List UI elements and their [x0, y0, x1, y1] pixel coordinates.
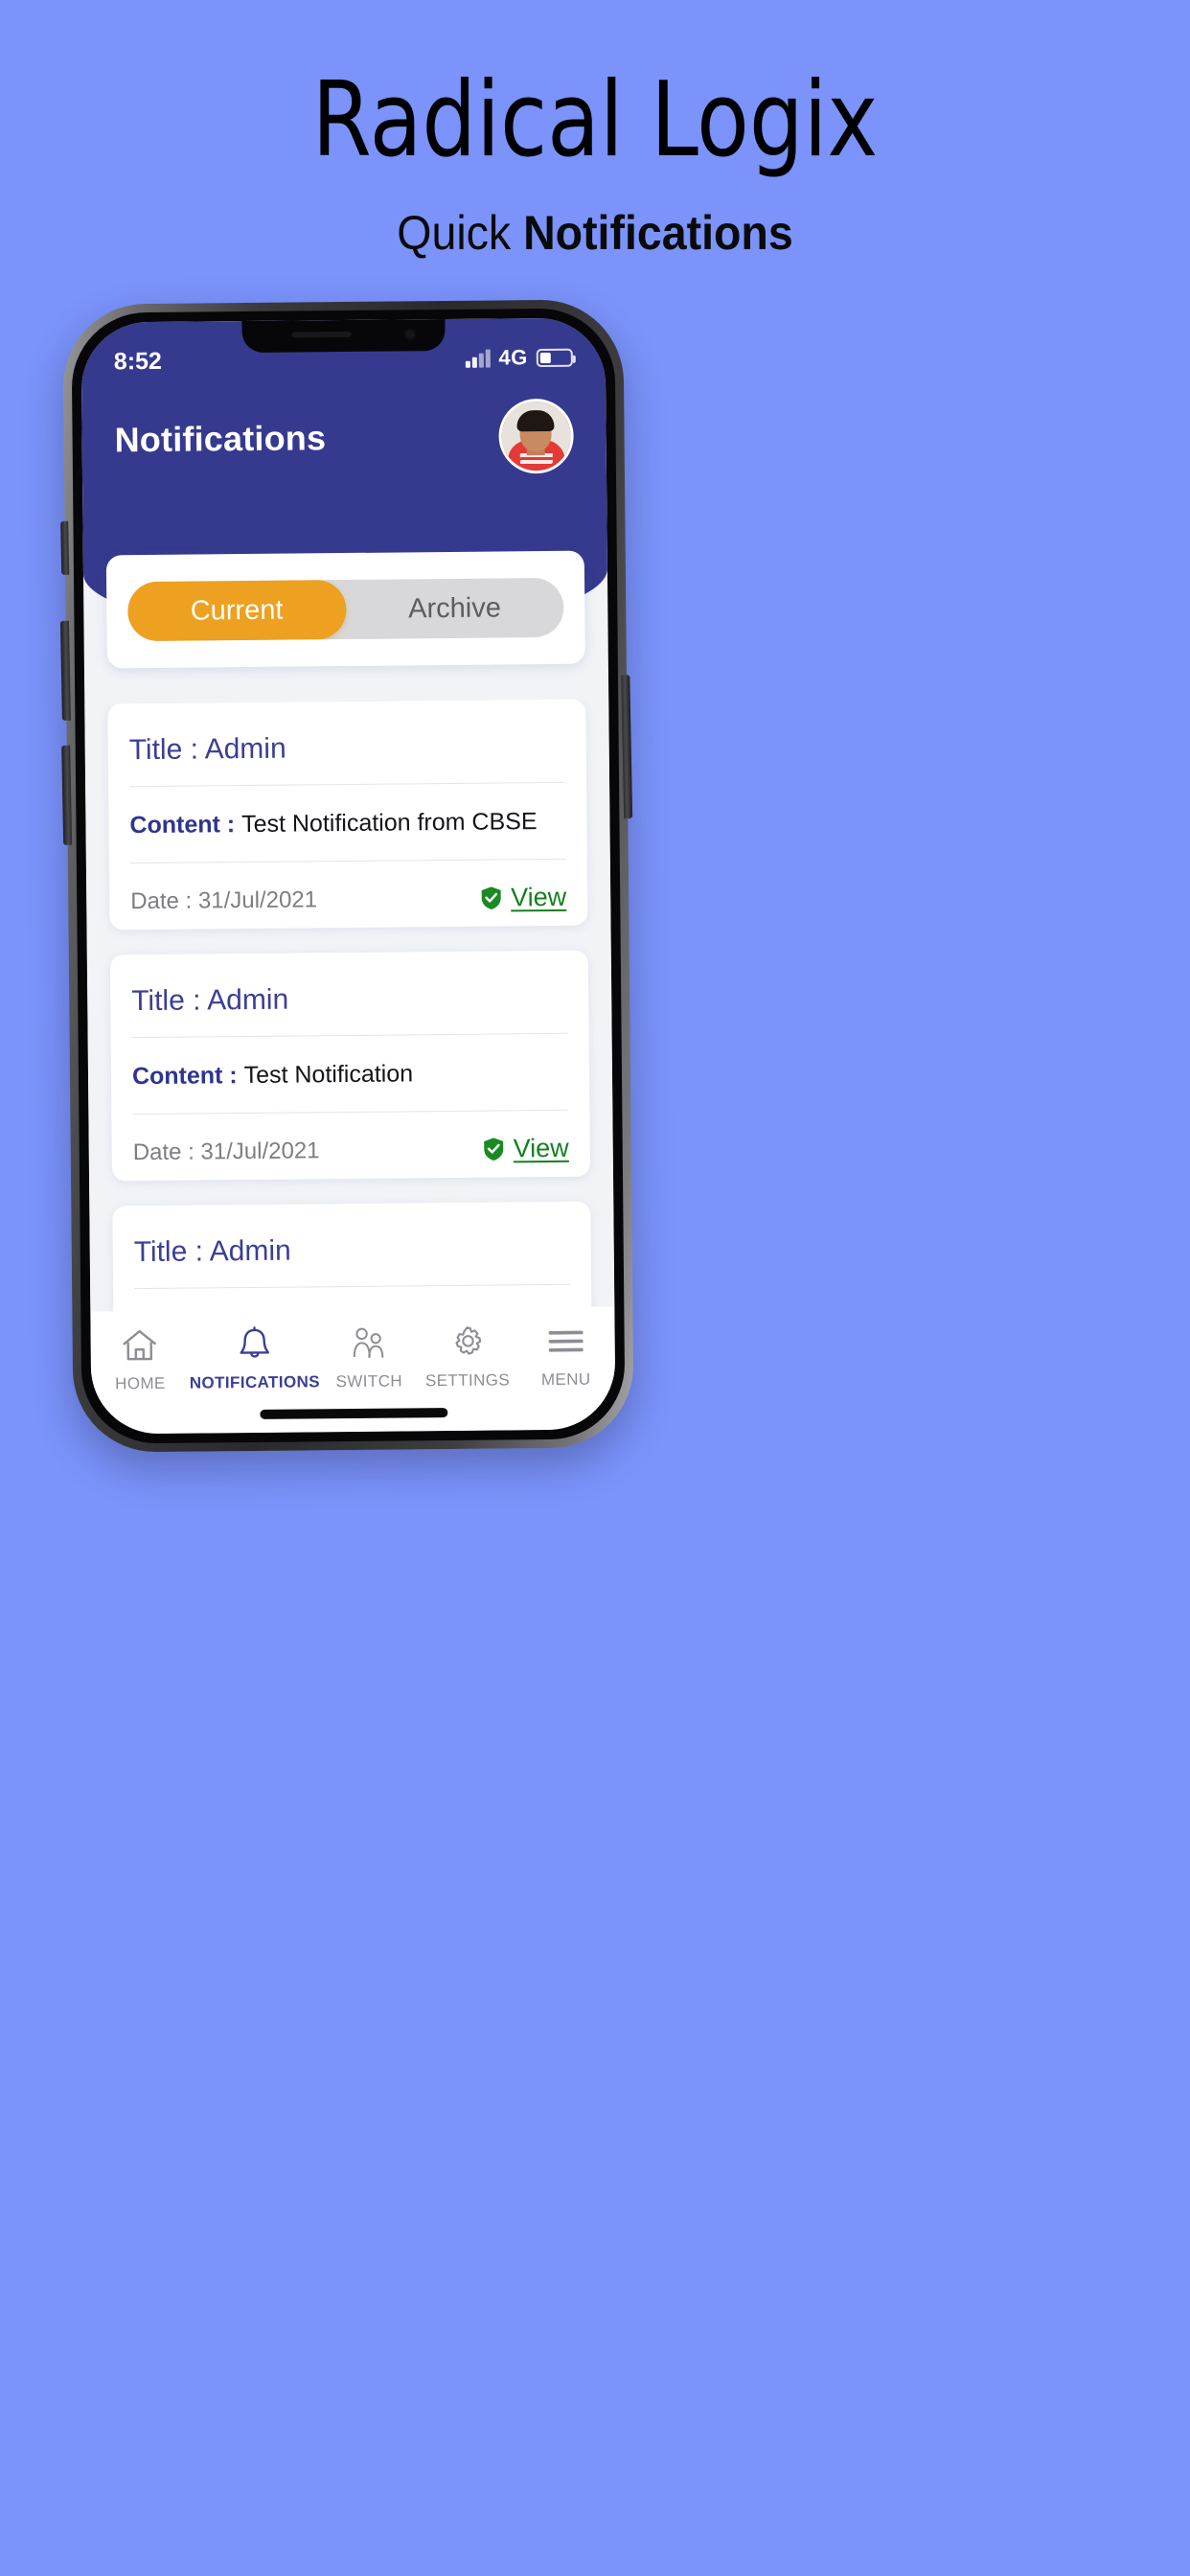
battery-icon: [536, 348, 573, 367]
notification-title-label: Title :: [133, 1235, 210, 1269]
signal-bars-icon: [465, 349, 491, 368]
notification-title-label: Title :: [131, 984, 208, 1018]
promo-subtitle: Quick Notifications: [41, 205, 1148, 261]
bell-icon: [238, 1325, 270, 1364]
nav-item-menu[interactable]: MENU: [516, 1322, 615, 1390]
notification-date: Date : 31/Jul/2021: [133, 1138, 320, 1166]
home-indicator[interactable]: [259, 1408, 447, 1419]
front-camera-icon: [403, 328, 417, 341]
view-button[interactable]: View: [483, 1134, 569, 1164]
notification-list[interactable]: Title : Admin Content : Test Notificatio…: [84, 699, 615, 1312]
nav-label-menu: MENU: [540, 1369, 591, 1390]
notification-date-label: Date :: [132, 1138, 201, 1165]
notification-title-value: Admin: [207, 983, 289, 1017]
phone-bezel: 8:52 4G Notifications Current Archive Ti…: [71, 308, 626, 1444]
notification-title-label: Title :: [128, 733, 205, 767]
tab-archive[interactable]: Archive: [346, 578, 564, 639]
notification-footer: Date : 31/Jul/2021 View: [132, 1111, 569, 1167]
notification-content-label: Content :: [129, 811, 242, 840]
notification-card[interactable]: Title : Admin Content : Test Notificatio…: [112, 1201, 593, 1312]
volume-up-button[interactable]: [59, 620, 71, 721]
power-button[interactable]: [621, 675, 633, 819]
notification-title-value: Admin: [204, 732, 286, 766]
nav-item-notifications[interactable]: NOTIFICATIONS: [189, 1324, 320, 1392]
notification-date-value: 31/Jul/2021: [200, 1137, 320, 1164]
segmented-control: Current Archive: [127, 577, 564, 642]
notification-date-label: Date :: [130, 887, 199, 914]
promo-title: Radical Logix: [311, 60, 879, 180]
promo-heading: Radical Logix Quick Notifications: [0, 0, 1190, 261]
notification-title-row: Title : Admin: [128, 708, 566, 788]
nav-label-switch: SWITCH: [335, 1371, 403, 1392]
mute-switch-button[interactable]: [60, 520, 70, 575]
nav-item-settings[interactable]: SETTINGS: [418, 1322, 516, 1391]
phone-mockup: 8:52 4G Notifications Current Archive Ti…: [59, 299, 643, 1453]
nav-label-home: HOME: [115, 1373, 166, 1393]
phone-frame: 8:52 4G Notifications Current Archive Ti…: [59, 299, 634, 1453]
promo-subtitle-bold: Notifications: [523, 206, 793, 260]
notification-date: Date : 31/Jul/2021: [130, 886, 317, 915]
notification-date-value: 31/Jul/2021: [197, 886, 318, 914]
shield-check-icon: [484, 1138, 504, 1161]
phone-screen: 8:52 4G Notifications Current Archive Ti…: [80, 317, 616, 1435]
page-title: Notifications: [114, 418, 327, 460]
notification-content-row: Content : Test Notification: [131, 1033, 569, 1116]
notification-content-value: Test Notification from CBSE: [240, 808, 538, 839]
view-link-label[interactable]: View: [514, 1134, 569, 1164]
notification-content-row: Content : Test Notification from CBSE: [129, 782, 566, 864]
phone-notch: [240, 319, 446, 354]
nav-item-home[interactable]: HOME: [91, 1326, 190, 1394]
tab-current[interactable]: Current: [127, 580, 347, 642]
notification-content-label: Content :: [131, 1062, 244, 1091]
view-button[interactable]: View: [480, 883, 566, 913]
status-icons: 4G: [465, 345, 573, 371]
notification-title-value: Admin: [209, 1234, 291, 1268]
notification-title-row: Title : Admin: [133, 1210, 571, 1290]
promo-subtitle-regular: Quick: [397, 206, 524, 260]
volume-down-button[interactable]: [61, 745, 73, 845]
network-label: 4G: [498, 345, 528, 370]
notification-card[interactable]: Title : Admin Content : Test Notificatio…: [109, 950, 591, 1182]
people-icon: [350, 1324, 388, 1363]
avatar[interactable]: [498, 398, 574, 474]
nav-label-notifications: NOTIFICATIONS: [189, 1372, 321, 1392]
notification-footer: Date : 31/Jul/2021 View: [130, 860, 567, 916]
status-time: 8:52: [113, 347, 163, 375]
hamburger-icon: [546, 1322, 584, 1361]
gear-icon: [448, 1323, 485, 1362]
notification-card[interactable]: Title : Admin Content : Test Notificatio…: [107, 699, 588, 931]
app-header-row: Notifications: [81, 392, 606, 483]
nav-item-switch[interactable]: SWITCH: [319, 1323, 418, 1392]
home-icon: [122, 1326, 158, 1365]
nav-label-settings: SETTINGS: [424, 1370, 511, 1391]
notification-content-value: Test Notification: [243, 1060, 414, 1090]
view-link-label[interactable]: View: [511, 883, 566, 913]
tabs-card: Current Archive: [105, 550, 585, 669]
shield-check-icon: [481, 886, 501, 909]
notification-title-row: Title : Admin: [130, 959, 568, 1039]
earpiece-speaker: [291, 331, 352, 338]
